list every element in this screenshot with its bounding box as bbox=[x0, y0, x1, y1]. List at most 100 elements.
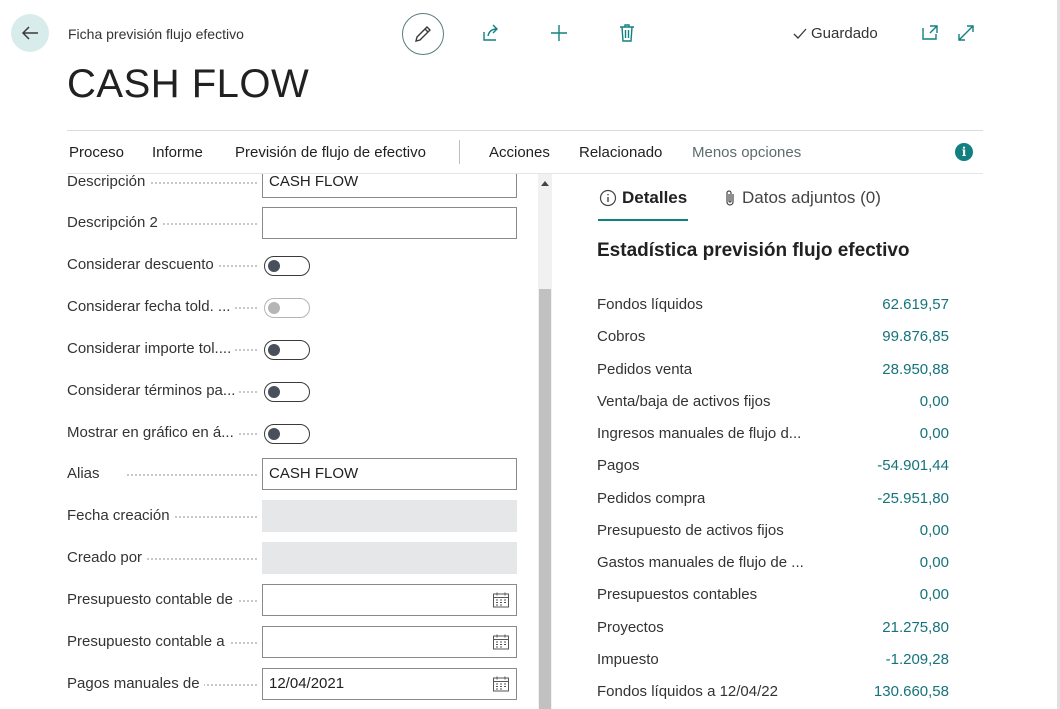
stat-label: Pedidos compra bbox=[597, 490, 706, 507]
add-button[interactable] bbox=[547, 21, 571, 45]
form-row-considerar-descuento: Considerar descuento bbox=[67, 249, 517, 281]
stat-label: Gastos manuales de flujo de ... bbox=[597, 554, 804, 571]
stat-value[interactable]: 62.619,57 bbox=[882, 296, 949, 313]
edit-button[interactable] bbox=[402, 13, 444, 55]
presupuesto-de-field[interactable] bbox=[262, 584, 517, 616]
toggle-knob bbox=[268, 386, 280, 398]
calendar-icon[interactable] bbox=[492, 675, 510, 693]
form-row-considerar-fecha-told: Considerar fecha told. ... bbox=[67, 291, 517, 323]
menu-acciones[interactable]: Acciones bbox=[489, 144, 550, 161]
saved-status: Guardado bbox=[792, 25, 878, 42]
stat-row: Venta/baja de activos fijos 0,00 bbox=[597, 393, 949, 417]
presupuesto-a-field[interactable] bbox=[262, 626, 517, 658]
share-button[interactable] bbox=[478, 21, 502, 45]
action-bar: Proceso Informe Previsión de flujo de ef… bbox=[67, 130, 983, 174]
stat-row: Cobros 99.876,85 bbox=[597, 328, 949, 352]
stat-value[interactable]: -25.951,80 bbox=[877, 490, 949, 507]
pagos-manuales-de-value: 12/04/2021 bbox=[269, 675, 345, 692]
leader-dots bbox=[127, 474, 257, 476]
descripcion2-field[interactable] bbox=[262, 207, 517, 239]
stat-value[interactable]: 28.950,88 bbox=[882, 361, 949, 378]
form-row-pagos-manuales-de: Pagos manuales de 12/04/2021 bbox=[67, 668, 517, 700]
trash-icon bbox=[620, 24, 634, 42]
stat-label: Ingresos manuales de flujo d... bbox=[597, 425, 802, 442]
stat-value[interactable]: 0,00 bbox=[920, 554, 949, 571]
back-button[interactable] bbox=[11, 14, 49, 52]
stat-value[interactable]: -1.209,28 bbox=[886, 651, 949, 668]
presupuesto-a-label: Presupuesto contable a bbox=[67, 626, 229, 658]
stat-value[interactable]: 0,00 bbox=[920, 522, 949, 539]
menu-informe[interactable]: Informe bbox=[152, 144, 203, 161]
pagos-manuales-de-field[interactable]: 12/04/2021 bbox=[262, 668, 517, 700]
stat-label: Presupuestos contables bbox=[597, 586, 758, 603]
calendar-icon[interactable] bbox=[492, 633, 510, 651]
checkmark-icon bbox=[793, 28, 807, 39]
form-row-descripcion: Descripción CASH FLOW bbox=[67, 174, 517, 198]
open-new-window-button[interactable] bbox=[918, 21, 942, 45]
stat-label: Pedidos venta bbox=[597, 361, 693, 378]
stat-label: Venta/baja de activos fijos bbox=[597, 393, 771, 410]
stat-value[interactable]: 130.660,58 bbox=[874, 683, 949, 700]
pencil-icon bbox=[415, 26, 431, 42]
form-row-descripcion2: Descripción 2 bbox=[67, 207, 517, 239]
paperclip-icon bbox=[726, 190, 734, 206]
toggle-knob bbox=[268, 428, 280, 440]
considerar-terminos-toggle[interactable] bbox=[264, 382, 310, 402]
stat-row: Presupuestos contables 0,00 bbox=[597, 586, 949, 610]
fecha-creacion-label: Fecha creación bbox=[67, 500, 174, 532]
form-row-fecha-creacion: Fecha creación bbox=[67, 500, 517, 532]
considerar-importe-tol-toggle[interactable] bbox=[264, 340, 310, 360]
stat-value[interactable]: 0,00 bbox=[920, 393, 949, 410]
considerar-importe-tol-label: Considerar importe tol.... bbox=[67, 333, 236, 365]
scroll-up-button[interactable] bbox=[538, 178, 552, 188]
factbox-pane: Detalles Datos adjuntos (0) Estadística … bbox=[597, 174, 983, 709]
share-icon bbox=[483, 24, 498, 41]
general-form: Descripción CASH FLOW Descripción 2 Cons… bbox=[67, 174, 537, 709]
stat-label: Presupuesto de activos fijos bbox=[597, 522, 784, 539]
expand-icon bbox=[958, 25, 974, 41]
form-scrollbar[interactable] bbox=[538, 174, 552, 709]
stat-value[interactable]: -54.901,44 bbox=[877, 457, 949, 474]
alias-field[interactable]: CASH FLOW bbox=[262, 458, 517, 490]
stat-value[interactable]: 0,00 bbox=[920, 586, 949, 603]
considerar-descuento-toggle[interactable] bbox=[264, 256, 310, 276]
mostrar-grafico-toggle[interactable] bbox=[264, 424, 310, 444]
factbox-title: Estadística previsión flujo efectivo bbox=[597, 240, 910, 261]
considerar-fecha-told-toggle bbox=[264, 298, 310, 318]
menu-relacionado[interactable]: Relacionado bbox=[579, 144, 662, 161]
menu-proceso[interactable]: Proceso bbox=[69, 144, 124, 161]
toggle-knob bbox=[268, 260, 280, 272]
considerar-descuento-label: Considerar descuento bbox=[67, 249, 218, 281]
calendar-icon[interactable] bbox=[492, 591, 510, 609]
tab-detalles-label: Detalles bbox=[622, 188, 688, 207]
creado-por-label: Creado por bbox=[67, 542, 147, 574]
menu-prevision-flujo[interactable]: Previsión de flujo de efectivo bbox=[235, 144, 426, 161]
form-row-creado-por: Creado por bbox=[67, 542, 517, 574]
page-title: CASH FLOW bbox=[67, 62, 310, 106]
plus-icon bbox=[551, 25, 567, 41]
stat-row: Gastos manuales de flujo de ... 0,00 bbox=[597, 554, 949, 578]
toggle-knob bbox=[268, 344, 280, 356]
delete-button[interactable] bbox=[615, 21, 639, 45]
stat-row: Pedidos compra -25.951,80 bbox=[597, 490, 949, 514]
pagos-manuales-de-label: Pagos manuales de bbox=[67, 668, 204, 700]
fecha-creacion-field bbox=[262, 500, 517, 532]
caret-up-icon bbox=[541, 181, 549, 186]
tab-datos-adjuntos[interactable]: Datos adjuntos (0) bbox=[723, 188, 881, 208]
descripcion-label: Descripción bbox=[67, 174, 150, 198]
menu-separator bbox=[459, 140, 460, 164]
saved-label: Guardado bbox=[811, 25, 878, 42]
mostrar-grafico-label: Mostrar en gráfico en á... bbox=[67, 417, 238, 449]
scroll-thumb[interactable] bbox=[539, 289, 551, 709]
descripcion-field[interactable]: CASH FLOW bbox=[262, 174, 517, 198]
stat-row: Impuesto -1.209,28 bbox=[597, 651, 949, 675]
considerar-terminos-label: Considerar términos pa... bbox=[67, 375, 240, 407]
stat-value[interactable]: 99.876,85 bbox=[882, 328, 949, 345]
info-icon[interactable]: i bbox=[955, 143, 973, 161]
stat-value[interactable]: 21.275,80 bbox=[882, 619, 949, 636]
tab-detalles[interactable]: Detalles bbox=[599, 188, 687, 208]
menu-menos-opciones[interactable]: Menos opciones bbox=[692, 144, 801, 161]
stat-value[interactable]: 0,00 bbox=[920, 425, 949, 442]
info-outline-icon bbox=[599, 189, 617, 207]
expand-button[interactable] bbox=[954, 21, 978, 45]
